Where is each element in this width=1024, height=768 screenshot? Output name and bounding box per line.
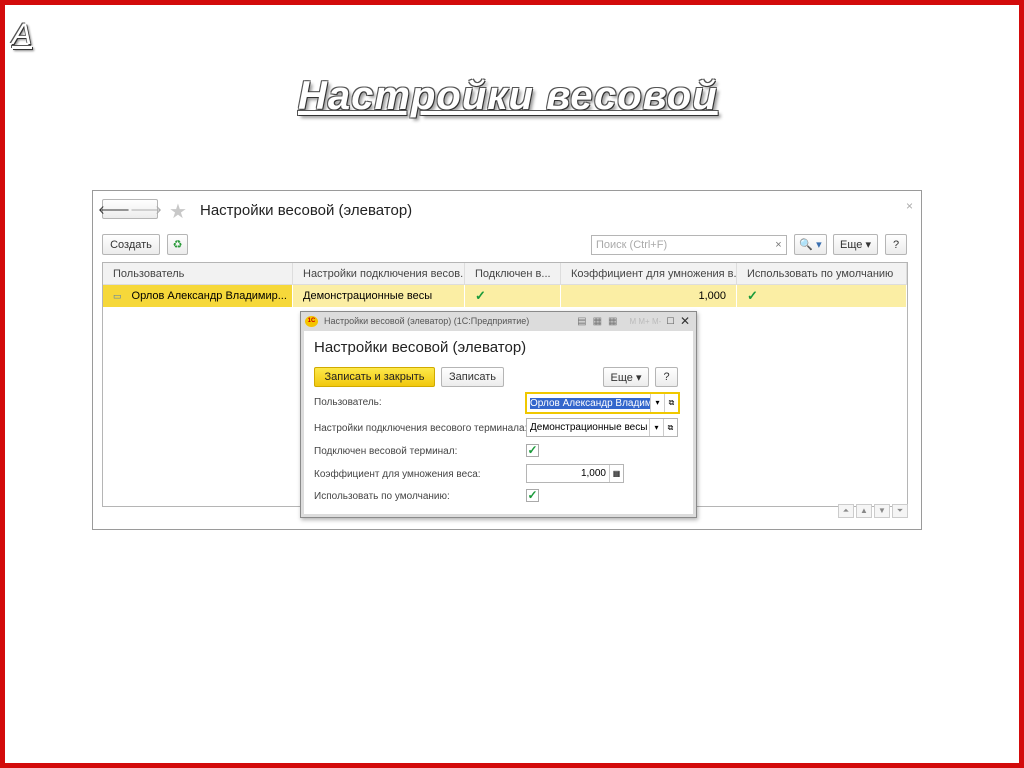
cell-default-check-icon: ✓ [737,285,907,307]
column-header[interactable]: Подключен в... [465,263,561,284]
dropdown-icon[interactable]: ▾ [650,394,664,412]
1c-logo-icon: 1С [305,315,318,327]
user-card-icon: ▭ [113,290,122,301]
cell-settings: Демонстрационные весы [293,285,465,307]
connected-label: Подключен весовой терминал: [314,446,458,457]
settings-label: Настройки подключения весового терминала… [314,423,528,434]
scroll-bottom-icon[interactable]: ⏷ [892,504,908,518]
window-title: Настройки весовой (элеватор) [200,202,413,219]
user-label: Пользователь: [314,397,382,408]
settings-field[interactable]: Демонстрационные весы ▾ ⧉ [526,418,678,437]
table-header: Пользователь Настройки подключения весов… [103,263,907,285]
back-icon[interactable]: 🡐 [98,202,130,217]
user-field[interactable]: Орлов Александр Владим ▾ ⧉ [525,392,680,414]
favorite-star-icon[interactable]: ★ [169,199,187,224]
scroll-down-icon[interactable]: ▼ [874,504,890,518]
cell-connected-check-icon: ✓ [465,285,561,307]
slide-title: Настройки весовой [298,74,718,118]
column-header[interactable]: Коэффициент для умножения в... [561,263,737,284]
column-header[interactable]: Использовать по умолчанию [737,263,907,284]
memory-buttons-icon[interactable]: M M+ M- [630,317,662,326]
search-clear-icon[interactable]: × [771,236,786,254]
dropdown-icon[interactable]: ▾ [649,419,663,436]
maximize-icon[interactable]: □ [667,315,674,327]
cell-user: Орлов Александр Владимир... [131,290,287,302]
dialog-body: Настройки весовой (элеватор) Записать и … [304,331,693,514]
coef-field[interactable]: 1,000 ▦ [526,464,624,483]
nav-buttons[interactable]: 🡐 🡒 [98,199,162,219]
coef-label: Коэффициент для умножения веса: [314,469,481,480]
open-icon[interactable]: ⧉ [664,394,678,412]
save-close-button[interactable]: Записать и закрыть [314,367,435,387]
search-input[interactable]: Поиск (Ctrl+F) [591,235,787,255]
settings-value: Демонстрационные весы [530,422,648,433]
titlebar-tools-icon[interactable]: ▤▦▦ [577,316,623,327]
settings-dialog: 1С Настройки весовой (элеватор) (1С:Пред… [300,311,697,518]
column-header[interactable]: Пользователь [103,263,293,284]
cell-coef: 1,000 [561,285,737,307]
help-button[interactable]: ? [655,367,678,387]
more-button[interactable]: Еще ▾ [603,367,649,387]
help-button[interactable]: ? [885,234,907,255]
connected-checkbox[interactable]: ✓ [526,444,539,457]
dialog-window-title: Настройки весовой (элеватор) (1С:Предпри… [324,316,530,326]
coef-value: 1,000 [580,468,606,479]
forward-icon[interactable]: 🡒 [130,202,162,217]
save-button[interactable]: Записать [441,367,504,387]
scroll-buttons: ⏶ ▲ ▼ ⏷ [838,504,908,518]
scroll-up-icon[interactable]: ▲ [856,504,872,518]
open-icon[interactable]: ⧉ [663,419,677,436]
user-value: Орлов Александр Владим [530,397,650,409]
default-checkbox[interactable]: ✓ [526,489,539,502]
create-button[interactable]: Создать [102,234,160,255]
dialog-title: Настройки весовой (элеватор) [314,339,527,356]
default-label: Использовать по умолчанию: [314,491,450,502]
refresh-icon[interactable]: ♻ [167,234,188,255]
slide-letter: А [12,18,33,51]
column-header[interactable]: Настройки подключения весов... [293,263,465,284]
scroll-top-icon[interactable]: ⏶ [838,504,854,518]
dialog-titlebar: 1С Настройки весовой (элеватор) (1С:Пред… [301,312,696,330]
calculator-icon[interactable]: ▦ [609,465,623,482]
table-row[interactable]: ▭ Орлов Александр Владимир... Демонстраци… [103,285,907,307]
close-icon[interactable]: ✕ [680,314,690,328]
more-button[interactable]: Еще ▾ [833,234,878,255]
close-icon[interactable]: × [906,199,913,213]
search-button[interactable]: 🔍 ▾ [794,234,827,255]
